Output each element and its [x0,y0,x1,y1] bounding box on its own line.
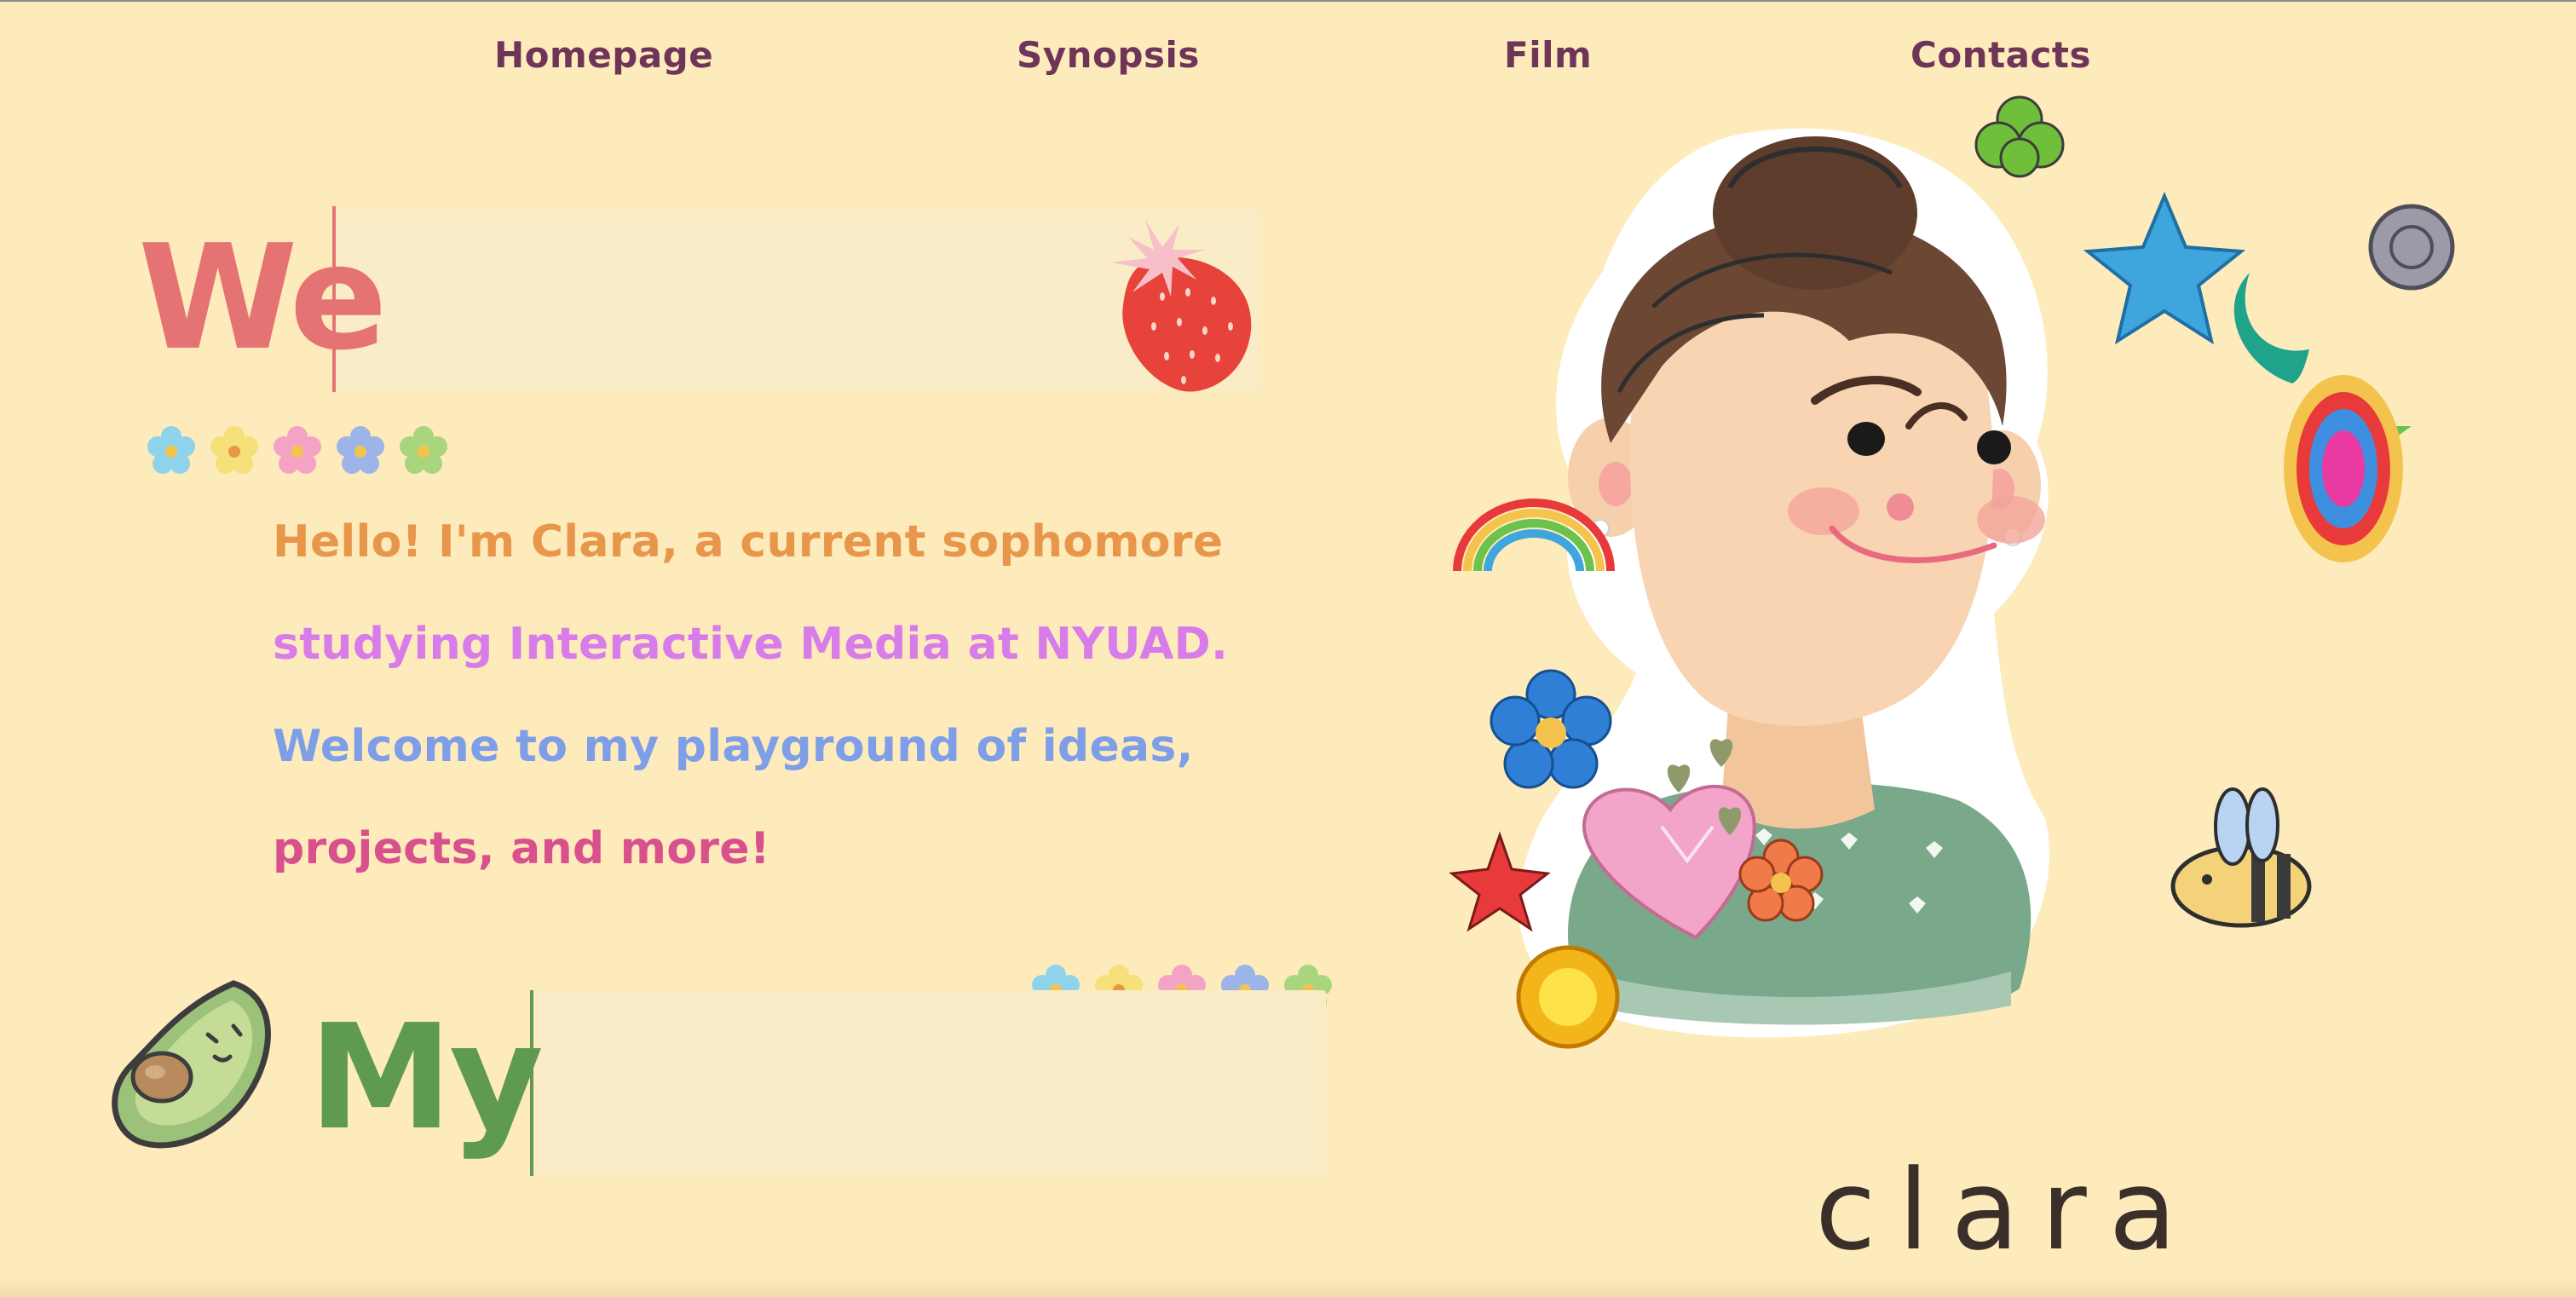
my-typing-box [535,990,1326,1173]
signature-text: clara [1815,1145,2199,1275]
intro-line-4: projects, and more! [273,823,770,874]
nav-contacts[interactable]: Contacts [1910,34,2091,76]
welcome-heading: We [138,214,388,383]
intro-line-2: studying Interactive Media at NYUAD. [273,619,1229,670]
clara-portrait-illustration [1449,95,2455,1049]
flower-icon [274,426,321,474]
strawberry-icon [1111,220,1252,392]
my-heading: My [308,994,544,1162]
bottom-shade [0,1278,2576,1297]
flower-icon [337,426,384,474]
typing-caret-2 [530,990,533,1176]
flower-icon [400,426,447,474]
avocado-icon [112,980,271,1149]
flower-icon [147,426,195,474]
nav-homepage[interactable]: Homepage [494,34,713,76]
intro-line-3: Welcome to my playground of ideas, [273,721,1194,772]
intro-line-1: Hello! I'm Clara, a current sophomore [273,516,1224,568]
typing-caret [332,206,336,392]
flower-icon [210,426,258,474]
flower-row-top [143,423,452,479]
nav-film[interactable]: Film [1504,34,1592,76]
nav-synopsis[interactable]: Synopsis [1017,34,1200,76]
